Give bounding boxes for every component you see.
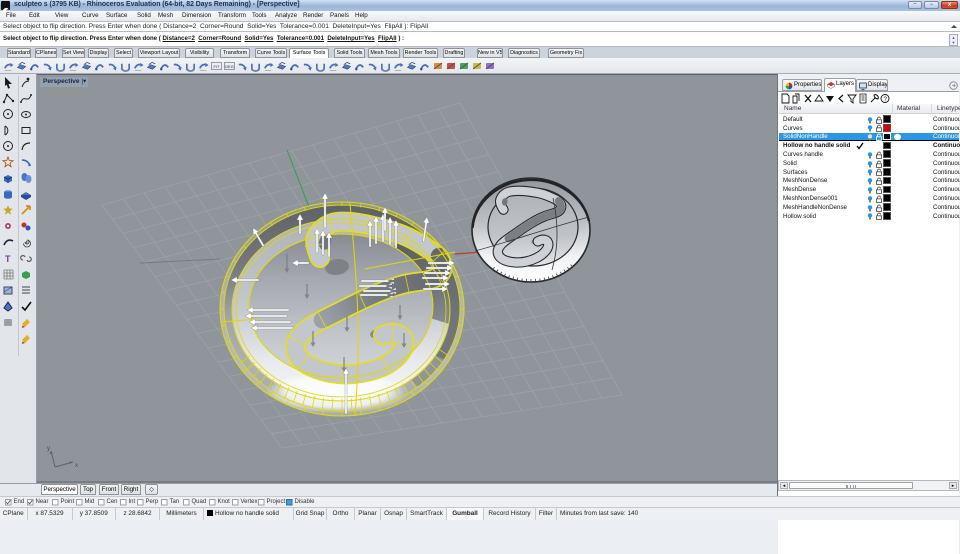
svg-text:T: T — [5, 254, 11, 264]
svg-text:?: ? — [883, 96, 887, 103]
svg-text:x: x — [75, 463, 78, 469]
svg-text:y: y — [47, 446, 50, 452]
